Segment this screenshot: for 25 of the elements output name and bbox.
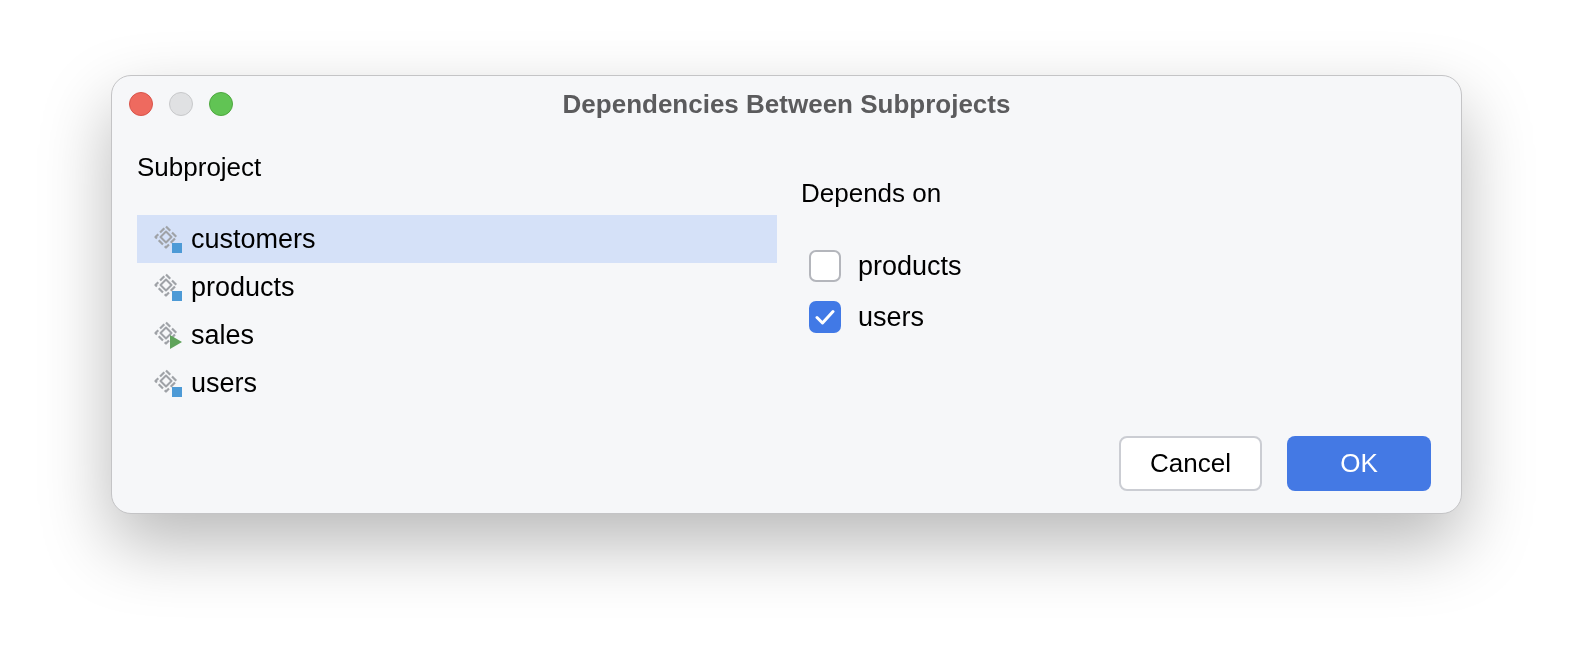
subproject-item[interactable]: customers	[137, 215, 777, 263]
module-square-icon	[154, 273, 182, 301]
subproject-name: users	[191, 367, 258, 399]
subproject-name: sales	[191, 319, 255, 351]
module-square-icon	[154, 369, 182, 397]
window-title: Dependencies Between Subprojects	[562, 87, 1011, 121]
ok-button[interactable]: OK	[1287, 436, 1431, 491]
module-square-icon	[154, 225, 182, 253]
subproject-item[interactable]: products	[137, 263, 777, 311]
dependency-label: users	[858, 300, 925, 333]
column-heading: Depends on	[801, 177, 942, 209]
checkbox[interactable]	[809, 249, 841, 282]
subproject-item[interactable]: users	[137, 359, 777, 407]
check-icon	[815, 308, 835, 325]
subproject-item[interactable]: sales	[137, 311, 777, 359]
subproject-name: customers	[191, 223, 316, 255]
zoom-button[interactable]	[209, 92, 233, 116]
subproject-name: products	[191, 271, 295, 303]
cancel-button[interactable]: Cancel	[1119, 436, 1262, 491]
checkbox[interactable]	[809, 300, 841, 333]
close-button[interactable]	[129, 92, 153, 116]
dependency-label: products	[858, 249, 962, 282]
column-heading: Subproject	[137, 151, 262, 183]
minimize-button[interactable]	[169, 92, 193, 116]
module-play-icon	[154, 321, 182, 349]
